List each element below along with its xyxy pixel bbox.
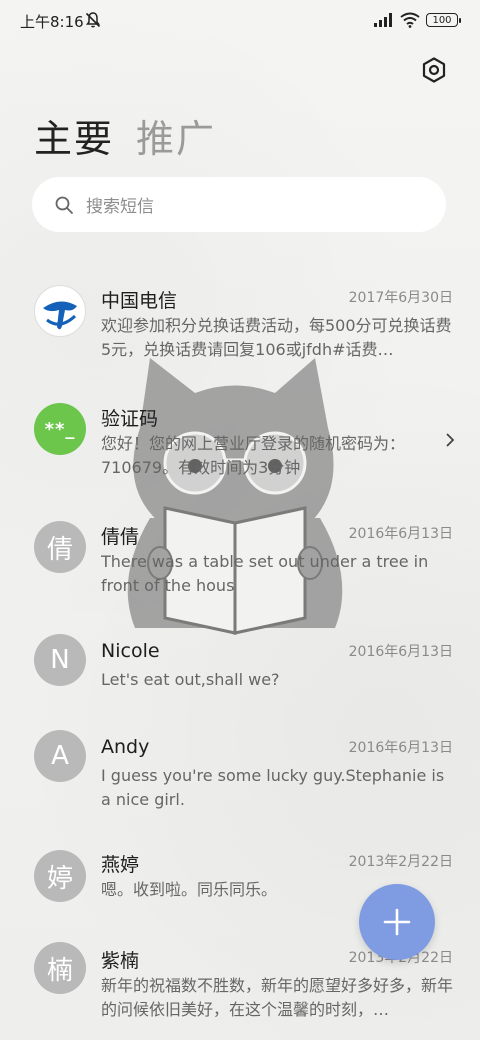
contact-name: 倩倩: [101, 526, 140, 548]
message-date: 2016年6月13日: [348, 526, 453, 542]
status-time: 上午8:16: [20, 13, 84, 31]
search-icon: [55, 196, 73, 214]
search-input[interactable]: 搜索短信: [32, 177, 446, 232]
search-placeholder: 搜索短信: [86, 197, 154, 217]
message-date: 2017年6月30日: [348, 290, 453, 306]
message-preview: 新年的祝福数不胜数，新年的愿望好多好多，新年的问候依旧美好，在这个温馨的时刻，…: [101, 976, 453, 1019]
conversation-item[interactable]: **_ 验证码 您好！您的网上营业厅登录的随机密码为：710679。有效时间为3…: [0, 388, 480, 488]
avatar: 楠: [34, 942, 86, 994]
signal-icon: [374, 13, 392, 27]
message-preview: 欢迎参加积分兑换话费活动，每500分可兑换话费5元，兑换话费请回复106或jfd…: [101, 316, 452, 359]
avatar: A: [34, 730, 86, 782]
status-bar: 上午8:16 100: [0, 0, 480, 40]
contact-name: 燕婷: [101, 854, 140, 876]
tab-bar: 主要 推广: [34, 112, 216, 166]
new-message-button[interactable]: [359, 884, 435, 960]
plus-icon: [383, 908, 411, 936]
message-preview: There was a table set out under a tree i…: [101, 552, 429, 595]
message-date: 2016年6月13日: [348, 644, 453, 660]
conversation-item[interactable]: 倩 倩倩 2016年6月13日 There was a table set ou…: [0, 506, 480, 606]
conversation-item[interactable]: N Nicole 2016年6月13日 Let's eat out,shall …: [0, 624, 480, 724]
avatar: **_: [34, 403, 86, 455]
gear-icon[interactable]: [420, 56, 448, 84]
message-date: 2013年2月22日: [348, 854, 453, 870]
tab-promotions[interactable]: 推广: [136, 112, 216, 166]
wifi-icon: [400, 12, 420, 28]
contact-name: Andy: [101, 736, 150, 758]
conversation-item[interactable]: A Andy 2016年6月13日 I guess you're some lu…: [0, 720, 480, 820]
tab-primary[interactable]: 主要: [34, 112, 114, 166]
message-preview: I guess you're some lucky guy.Stephanie …: [101, 766, 445, 809]
avatar: 婷: [34, 850, 86, 902]
message-date: 2016年6月13日: [348, 740, 453, 756]
avatar: N: [34, 634, 86, 686]
avatar: 倩: [34, 521, 86, 573]
contact-name: 紫楠: [101, 950, 140, 972]
telecom-logo-icon: [36, 287, 84, 335]
avatar: [34, 285, 86, 337]
contact-name: 验证码: [101, 408, 159, 430]
battery-icon: 100: [426, 13, 461, 27]
conversation-item[interactable]: 中国电信 2017年6月30日 欢迎参加积分兑换话费活动，每500分可兑换话费5…: [0, 270, 480, 370]
message-preview: 您好！您的网上营业厅登录的随机密码为：710679。有效时间为3分钟: [101, 434, 406, 477]
mute-icon: [85, 12, 101, 28]
contact-name: 中国电信: [101, 290, 178, 312]
message-preview: Let's eat out,shall we?: [101, 670, 280, 689]
chevron-right-icon[interactable]: [444, 432, 456, 448]
contact-name: Nicole: [101, 640, 160, 662]
